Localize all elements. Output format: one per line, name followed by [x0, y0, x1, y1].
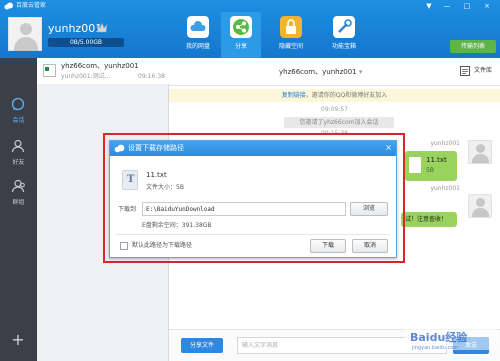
watermark-sub: jingyan.baidu.com — [411, 345, 458, 351]
chevron-down-icon: ▾ — [358, 68, 363, 76]
conversation-name: yhz66com、yunhz001 — [61, 62, 139, 70]
chat-title[interactable]: yhz66com、yunhz001 ▾ — [279, 67, 362, 77]
tab-label: 分享 — [234, 43, 247, 50]
invite-text: ，邀请你的QQ和微博好友加入 — [305, 92, 388, 99]
browse-button[interactable]: 浏览 — [350, 202, 388, 216]
conversation-item[interactable]: yhz66com、yunhz001 yunhz001:测试... 09:16:3… — [37, 58, 169, 84]
rail-item-label: 好友 — [12, 159, 25, 166]
baidu-cloud-logo-icon — [4, 2, 13, 10]
file-message-name: 11.txt — [426, 156, 447, 164]
maximize-button[interactable]: □ — [462, 1, 472, 11]
tab-hidden-space[interactable]: 隐藏空间 — [271, 12, 311, 58]
top-banner: 百度云管家 ▼ — □ × yunhz001 0B/5.00GB 我的网盘 分享 — [0, 0, 500, 58]
conversation-preview: yunhz001:测试... — [61, 73, 111, 80]
group-icon — [11, 179, 25, 193]
baidu-jingyan-logo-icon: Baidu经验 jingyan.baidu.com — [404, 326, 498, 351]
text-message-bubble: 试！注意查收！ — [401, 212, 457, 227]
default-path-label: 默认此路径为下载路径 — [132, 242, 193, 249]
conversation-thumbnail — [43, 64, 56, 77]
text-file-icon — [122, 170, 138, 190]
tab-label: 我的网盘 — [185, 43, 210, 50]
system-message: 您邀请了yhz66com加入会话 — [284, 117, 394, 128]
tab-my-netdisk[interactable]: 我的网盘 — [178, 12, 218, 58]
destination-label: 下载到 — [118, 206, 137, 213]
conversation-time: 09:16:38 — [138, 73, 165, 80]
rail-item-label: 会话 — [12, 117, 25, 124]
menu-dropdown-icon[interactable]: ▼ — [424, 1, 434, 11]
dialog-title-bar: 设置下载存储路径 × — [110, 141, 396, 156]
file-name: 11.txt — [146, 171, 167, 179]
cloud-icon — [187, 16, 209, 38]
file-message-size: 5B — [426, 167, 434, 174]
download-button[interactable]: 下载 — [310, 239, 346, 253]
storage-quota-text: 0B/5.00GB — [69, 39, 103, 46]
rail-item-chat[interactable]: 会话 — [0, 93, 37, 127]
invite-banner: 复制链接，邀请你的QQ和微博好友加入 — [169, 89, 500, 102]
add-icon[interactable]: + — [10, 332, 26, 348]
file-library-label: 文件库 — [473, 67, 492, 74]
rail-item-label: 群组 — [12, 199, 25, 206]
cancel-button[interactable]: 取消 — [352, 239, 388, 253]
rail-item-groups[interactable]: 群组 — [0, 175, 37, 209]
message-timestamp: 09:09:57 — [321, 106, 348, 113]
file-type-icon — [409, 157, 421, 173]
rail-item-friends[interactable]: 好友 — [0, 135, 37, 169]
share-icon — [230, 16, 252, 38]
destination-path-field[interactable] — [142, 202, 346, 216]
minimize-button[interactable]: — — [442, 1, 452, 11]
message-sender: yunhz001 — [430, 185, 460, 192]
library-icon — [459, 66, 470, 76]
default-path-checkbox[interactable] — [120, 242, 128, 250]
dialog-close-button[interactable]: × — [385, 143, 392, 153]
free-space-text: E盘剩余空间：391.38GB — [142, 222, 212, 229]
chat-icon — [11, 97, 25, 111]
title-bar: 百度云管家 ▼ — □ × — [0, 0, 500, 12]
avatar-head — [20, 23, 32, 35]
chat-header: yhz66com、yunhz001 ▾ 文件库 — [169, 58, 500, 86]
transfer-list-button[interactable]: 传输列表 — [450, 40, 496, 53]
vip-crown-icon[interactable] — [96, 22, 108, 33]
user-avatar[interactable] — [8, 17, 42, 51]
file-message-bubble[interactable]: 11.txt 5B — [405, 151, 457, 181]
message-sender: yunhz001 — [430, 140, 460, 147]
tab-label: 功能宝箱 — [331, 43, 356, 50]
tab-toolbox[interactable]: 功能宝箱 — [324, 12, 364, 58]
tab-label: 隐藏空间 — [278, 43, 303, 50]
lock-icon — [280, 16, 302, 38]
username: yunhz001 — [48, 22, 103, 35]
left-rail: 会话 好友 群组 + — [0, 58, 37, 361]
close-button[interactable]: × — [482, 1, 492, 11]
sender-avatar — [468, 194, 492, 218]
app-title: 百度云管家 — [16, 2, 47, 9]
tools-icon — [333, 16, 355, 38]
file-library-button[interactable]: 文件库 — [459, 66, 492, 76]
watermark-text: Baidu经验 — [410, 330, 468, 344]
dialog-title: 设置下载存储路径 — [128, 144, 184, 152]
chat-title-text: yhz66com、yunhz001 — [279, 68, 357, 76]
divider — [116, 234, 390, 235]
storage-quota-bar: 0B/5.00GB — [48, 38, 124, 47]
friend-icon — [11, 139, 25, 153]
baidu-watermark: Baidu经验 jingyan.baidu.com — [404, 320, 498, 356]
share-file-button[interactable]: 分享文件 — [181, 338, 223, 353]
sender-avatar — [468, 140, 492, 164]
tab-share[interactable]: 分享 — [221, 12, 261, 58]
baidu-cloud-logo-icon — [114, 144, 125, 153]
file-size: 文件大小：5B — [146, 184, 184, 191]
download-path-dialog: 设置下载存储路径 × 11.txt 文件大小：5B 下载到 浏览 E盘剩余空间：… — [109, 140, 397, 258]
copy-link[interactable]: 复制链接 — [282, 92, 306, 99]
avatar-body — [14, 37, 38, 51]
